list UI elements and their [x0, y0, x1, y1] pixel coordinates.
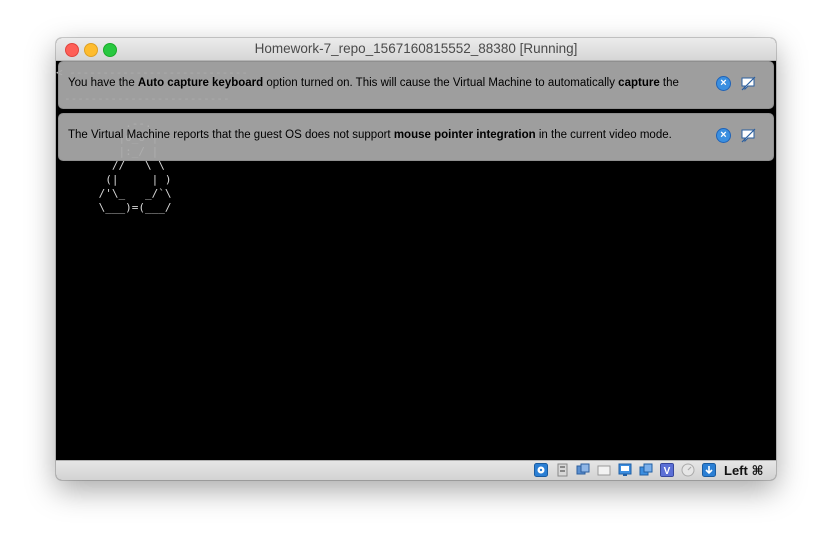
- network-icon[interactable]: [597, 463, 611, 477]
- shared-folders-icon[interactable]: [639, 463, 653, 477]
- svg-text:V: V: [664, 466, 671, 477]
- display-icon[interactable]: V: [660, 463, 674, 477]
- keyboard-capture-icon[interactable]: [702, 463, 716, 477]
- message-text: the: [659, 77, 679, 89]
- do-not-show-again-icon[interactable]: [740, 75, 757, 92]
- do-not-show-again-icon[interactable]: [740, 127, 757, 144]
- notification-message: The Virtual Machine reports that the gue…: [68, 129, 672, 141]
- message-text: You have the: [68, 77, 138, 89]
- hard-disk-icon[interactable]: [534, 463, 548, 477]
- close-notification-button[interactable]: ×: [716, 76, 731, 91]
- video-capture-icon[interactable]: [681, 463, 695, 477]
- message-text: option turned on. This will cause the Vi…: [263, 77, 619, 89]
- notification-auto-capture: You have the Auto capture keyboard optio…: [58, 61, 774, 109]
- window-title: Homework-7_repo_1567160815552_88380 [Run…: [254, 41, 578, 56]
- notification-message: You have the Auto capture keyboard optio…: [68, 77, 679, 89]
- audio-icon[interactable]: [576, 463, 590, 477]
- optical-drive-icon[interactable]: [556, 463, 570, 477]
- notification-mouse-integration: The Virtual Machine reports that the gue…: [58, 113, 774, 161]
- status-bar: V Left ⌘: [56, 460, 776, 480]
- message-text-bold: Auto capture keyboard: [137, 77, 264, 89]
- title-bar[interactable]: Homework-7_repo_1567160815552_88380 [Run…: [56, 38, 776, 61]
- vm-window: Homework-7_repo_1567160815552_88380 [Run…: [56, 38, 776, 480]
- message-text: The Virtual Machine reports that the gue…: [68, 129, 394, 141]
- usb-icon[interactable]: [618, 463, 632, 477]
- host-key-label[interactable]: Left ⌘: [724, 463, 764, 479]
- message-text-bold: mouse pointer integration: [393, 129, 536, 141]
- message-text-bold: capture: [618, 77, 660, 89]
- message-text: in the current video mode.: [535, 129, 672, 141]
- close-notification-button[interactable]: ×: [716, 128, 731, 143]
